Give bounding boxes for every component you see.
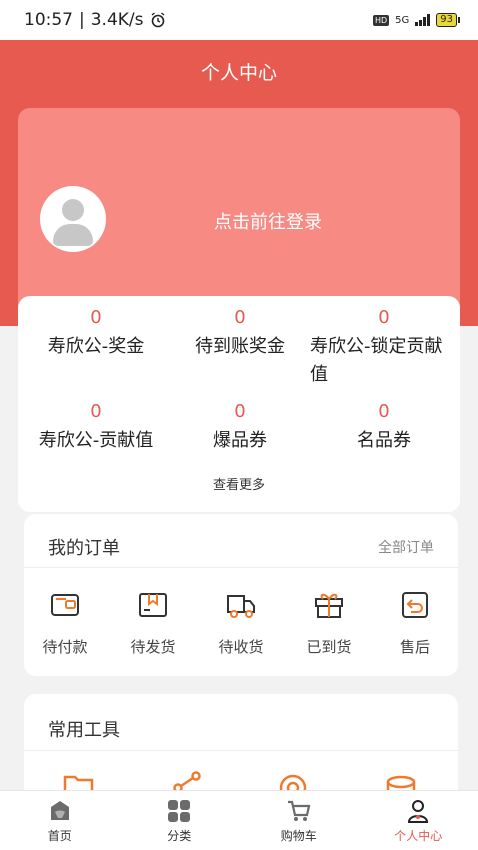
divider: [24, 750, 458, 751]
status-left: 10:57 | 3.4K/s: [24, 10, 166, 30]
avatar[interactable]: [40, 186, 106, 252]
status-speed: 3.4K/s: [90, 10, 144, 30]
return-icon: [402, 592, 428, 618]
stat-label: 寿欣公-锁定贡献值: [310, 336, 443, 385]
stat-value: 0: [234, 307, 246, 328]
hd-badge: HD: [372, 14, 390, 26]
order-label: 售后: [399, 638, 430, 656]
stat-value: 0: [378, 401, 390, 422]
all-orders-link[interactable]: 全部订单: [378, 537, 434, 557]
stat-brand-coupon[interactable]: 0 名品券: [314, 400, 454, 455]
battery-level: 93: [436, 13, 457, 27]
nav-category[interactable]: 分类: [120, 791, 240, 850]
order-label: 已到货: [306, 638, 352, 656]
stat-bonus[interactable]: 0 寿欣公-奖金: [26, 306, 166, 361]
truck-icon: [227, 595, 255, 618]
order-label: 待发货: [130, 638, 176, 656]
nav-home[interactable]: 首页: [0, 791, 120, 850]
status-separator: |: [79, 10, 85, 30]
order-to-receive[interactable]: 待收货: [206, 588, 276, 657]
nav-label: 分类: [167, 829, 192, 843]
order-pending-payment[interactable]: 待付款: [30, 588, 100, 657]
home-icon: [50, 801, 69, 820]
stat-label: 待到账奖金: [195, 336, 285, 357]
stat-locked-contribution[interactable]: 0 寿欣公-锁定贡献值: [310, 306, 458, 389]
tools-title: 常用工具: [48, 720, 120, 741]
stat-value: 0: [90, 307, 102, 328]
stat-hot-coupon[interactable]: 0 爆品券: [176, 400, 304, 455]
stat-value: 0: [378, 307, 390, 328]
order-arrived[interactable]: 已到货: [294, 588, 364, 657]
bottom-nav: 首页 分类 购物车 个人中心: [0, 790, 478, 850]
view-more-link[interactable]: 查看更多: [18, 474, 460, 493]
stat-value: 0: [234, 401, 246, 422]
status-time: 10:57: [24, 10, 73, 30]
order-label: 待付款: [42, 638, 88, 656]
nav-profile[interactable]: 个人中心: [359, 791, 478, 850]
order-after-sales[interactable]: 售后: [380, 588, 450, 657]
login-link[interactable]: 点击前往登录: [214, 208, 322, 234]
stat-label: 爆品券: [213, 430, 267, 451]
battery-icon: 93: [436, 13, 460, 27]
stat-value: 0: [90, 401, 102, 422]
avatar-head-icon: [62, 199, 84, 221]
stat-label: 寿欣公-贡献值: [38, 430, 154, 451]
status-right: HD 5G 93: [372, 13, 460, 27]
network-type: 5G: [395, 14, 410, 26]
wallet-icon: [51, 594, 79, 616]
stat-label: 寿欣公-奖金: [47, 336, 145, 357]
orders-card: 我的订单 全部订单 待付款 待发货 待收货 已到货 售后: [24, 514, 458, 676]
avatar-body-icon: [53, 224, 93, 246]
nav-label: 购物车: [280, 829, 317, 843]
signal-icon: [415, 14, 431, 26]
orders-title: 我的订单: [48, 538, 120, 559]
order-to-ship[interactable]: 待发货: [118, 588, 188, 657]
gift-icon: [315, 593, 343, 618]
stat-pending-bonus[interactable]: 0 待到账奖金: [176, 306, 304, 361]
nav-label: 个人中心: [394, 829, 443, 843]
nav-label: 首页: [47, 829, 72, 843]
order-label: 待收货: [218, 638, 264, 656]
cart-icon: [287, 800, 311, 821]
divider: [24, 567, 458, 568]
stat-label: 名品券: [357, 430, 411, 451]
box-icon: [139, 593, 167, 617]
nav-cart[interactable]: 购物车: [239, 791, 359, 850]
alarm-icon: [151, 12, 164, 28]
stats-card: 0 寿欣公-奖金 0 待到账奖金 0 寿欣公-锁定贡献值 0 寿欣公-贡献值 0…: [18, 296, 460, 512]
category-icon: [168, 800, 191, 822]
status-bar: 10:57 | 3.4K/s HD 5G 93: [0, 0, 478, 40]
stat-contribution[interactable]: 0 寿欣公-贡献值: [26, 400, 166, 455]
page-title: 个人中心: [200, 62, 277, 84]
user-icon: [408, 800, 429, 823]
